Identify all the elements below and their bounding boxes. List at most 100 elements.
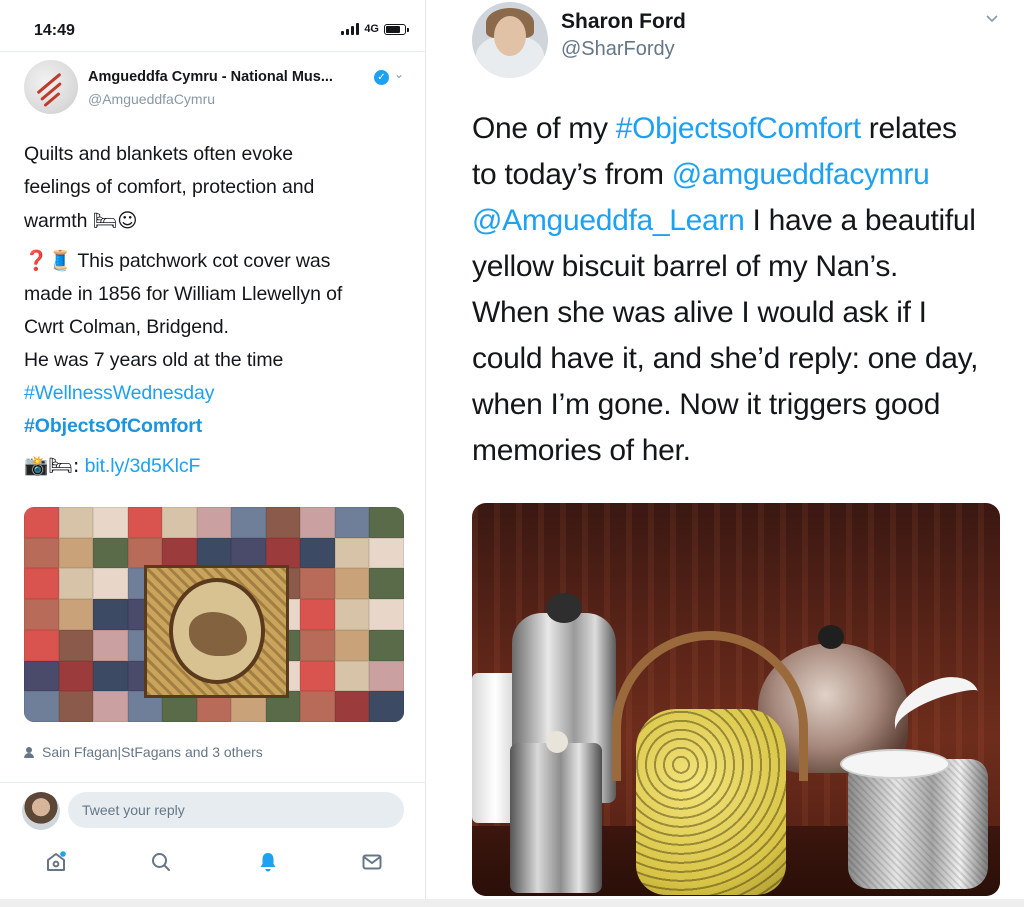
- tweet-line: One of my #ObjectsofComfort relates: [472, 112, 957, 145]
- quilt-patch: [58, 660, 94, 692]
- quilt-image[interactable]: [24, 507, 404, 722]
- tweet-line: @Amgueddfa_Learn I have a beautiful: [472, 204, 976, 237]
- reply-input[interactable]: [68, 792, 404, 828]
- quilt-patch: [162, 537, 197, 569]
- search-icon[interactable]: [147, 848, 175, 876]
- status-indicators: 4G: [341, 23, 409, 35]
- quilt-patch: [334, 537, 370, 569]
- likes-row[interactable]: Sain Ffagan|StFagans and 3 others: [24, 744, 263, 760]
- avatar[interactable]: [472, 2, 548, 78]
- quilt-patch: [369, 507, 404, 538]
- notifications-icon[interactable]: [254, 848, 282, 876]
- quilt-patch: [231, 507, 266, 538]
- tweet-text: One of my #ObjectsofComfort relates to t…: [472, 106, 1017, 474]
- hashtag-link[interactable]: #WellnessWednesday: [24, 377, 404, 410]
- tweet-header: Amgueddfa Cymru - National Mus... ✓ ⌄ @A…: [24, 60, 414, 116]
- signal-icon: [341, 23, 360, 35]
- quilt-patch: [93, 568, 128, 600]
- quilt-patch: [58, 537, 94, 569]
- hashtag-link[interactable]: #ObjectsofComfort: [616, 112, 861, 145]
- quilt-patch: [196, 507, 232, 538]
- quilt-patch: [334, 691, 370, 722]
- quilt-patch: [24, 599, 59, 630]
- chevron-down-icon[interactable]: [984, 10, 1000, 26]
- quilt-patch: [93, 691, 128, 722]
- account-handle: @SharFordy: [561, 38, 675, 60]
- camera-bed-emoji-icon: 📸🛏:: [24, 454, 80, 477]
- quilt-patch: [265, 507, 301, 538]
- tweet-line: Cwrt Colman, Bridgend.: [24, 316, 229, 338]
- quilt-patch: [58, 629, 94, 661]
- quilt-patch: [93, 660, 128, 692]
- quilt-patch: [24, 507, 59, 538]
- person-icon: [24, 746, 34, 758]
- quilt-patch: [196, 537, 232, 569]
- quilt-patch: [265, 537, 301, 569]
- tweet-line: when I’m gone. Now it triggers good: [472, 388, 941, 421]
- quilt-patch: [300, 537, 335, 569]
- avatar: [22, 792, 60, 830]
- quilt-patch: [334, 507, 370, 538]
- quilt-patch: [334, 568, 370, 600]
- quilt-center-panel: [144, 565, 289, 698]
- quilt-patch: [58, 507, 94, 538]
- quilt-patch: [300, 691, 335, 722]
- chevron-down-icon[interactable]: ⌄: [394, 67, 404, 81]
- url-link[interactable]: bit.ly/3d5KlcF: [85, 455, 201, 477]
- quilt-patch: [58, 568, 94, 600]
- quilt-patch: [369, 599, 404, 630]
- quilt-patch: [24, 691, 59, 722]
- quilt-patch: [127, 507, 163, 538]
- likes-text: Sain Ffagan|StFagans and 3 others: [42, 744, 263, 760]
- hashtag-link[interactable]: #ObjectsOfComfort: [24, 410, 404, 443]
- mention-link[interactable]: @Amgueddfa_Learn: [472, 204, 745, 237]
- tweet-line: yellow biscuit barrel of my Nan’s.: [472, 250, 899, 283]
- verified-icon: ✓: [374, 70, 389, 85]
- home-icon[interactable]: [42, 848, 70, 876]
- quilt-patch: [300, 629, 335, 661]
- account-name[interactable]: Amgueddfa Cymru - National Mus...: [88, 69, 333, 85]
- quilt-patch: [93, 599, 128, 630]
- battery-icon: [384, 23, 409, 35]
- quilt-patch: [369, 691, 404, 722]
- question-spool-emoji-icon: ❓🧵: [24, 249, 73, 272]
- tweet-line: He was 7 years old at the time: [24, 349, 284, 371]
- quilt-patch: [162, 507, 197, 538]
- status-time: 14:49: [34, 22, 75, 39]
- tweet-line: warmth 🛏☺: [24, 209, 138, 232]
- quilt-patch: [300, 660, 335, 692]
- quilt-patch: [58, 599, 94, 630]
- quilt-patch: [93, 507, 128, 538]
- quilt-patch: [93, 537, 128, 569]
- quilt-patch: [231, 537, 266, 569]
- bottom-nav: [0, 840, 426, 884]
- quilt-patch: [334, 660, 370, 692]
- quilt-patch: [334, 599, 370, 630]
- divider: [0, 782, 426, 783]
- biscuit-barrel-photo[interactable]: [472, 503, 1000, 896]
- tweet-line: When she was alive I would ask if I: [472, 296, 927, 329]
- status-bar: 14:49 4G: [0, 0, 426, 52]
- account-name[interactable]: Sharon Ford: [561, 10, 686, 34]
- account-handle: @AmgueddfaCymru: [88, 91, 216, 107]
- bed-emoji-icon: 🛏☺: [92, 209, 138, 232]
- tweet-line: feelings of comfort, protection and: [24, 176, 315, 198]
- quilt-patch: [369, 660, 404, 692]
- bottom-edge: [0, 899, 1024, 907]
- quilt-patch: [300, 568, 335, 600]
- quilt-patch: [369, 537, 404, 569]
- right-tweet-panel: Sharon Ford @SharFordy One of my #Object…: [426, 0, 1024, 907]
- quilt-patch: [369, 568, 404, 600]
- left-tweet-panel: 14:49 4G Amgueddfa Cymru - National Mus.…: [0, 0, 426, 907]
- mention-link[interactable]: @amgueddfacymru: [672, 158, 930, 191]
- tweet-line: 📸🛏: bit.ly/3d5KlcF: [24, 449, 404, 483]
- avatar[interactable]: [24, 60, 78, 114]
- messages-icon[interactable]: [358, 848, 386, 876]
- tweet-line: ❓🧵 This patchwork cot cover was: [24, 249, 331, 272]
- tweet-line: Quilts and blankets often evoke: [24, 143, 293, 165]
- tweet-line: made in 1856 for William Llewellyn of: [24, 283, 343, 305]
- quilt-patch: [127, 537, 163, 569]
- quilt-patch: [93, 629, 128, 661]
- tweet-line: to today’s from @amgueddfacymru: [472, 158, 930, 191]
- tweet-line: could have it, and she’d reply: one day,: [472, 342, 979, 375]
